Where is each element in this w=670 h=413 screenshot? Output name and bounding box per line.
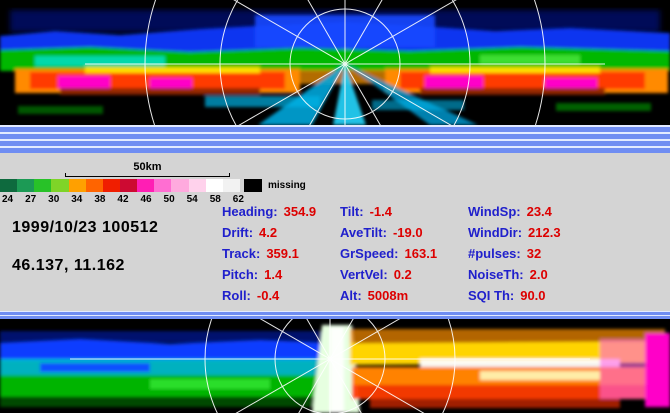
range-scale-label: 50km: [133, 161, 161, 173]
separator-band: [0, 125, 670, 153]
field-label: Tilt:: [340, 204, 364, 219]
colorbar-tick: 27: [25, 194, 36, 205]
colorbar-chip: [154, 179, 171, 192]
field-value: 2.0: [530, 267, 548, 282]
colorbar-chip: [103, 179, 120, 192]
field-value: 23.4: [527, 204, 552, 219]
top-radar-image: [0, 0, 670, 125]
field-value: -0.4: [257, 288, 279, 303]
colorbar-chip: [17, 179, 34, 192]
info-panel: 50km missing 2427303438424650545862 1999…: [0, 153, 670, 311]
field-label: WindDir:: [468, 225, 522, 240]
colorbar-chips: [0, 179, 240, 192]
range-scale: 50km: [65, 157, 230, 177]
field-value: -1.4: [370, 204, 392, 219]
colorbar-tick: 58: [210, 194, 221, 205]
colorbar-chip: [223, 179, 240, 192]
field-label: Pitch:: [222, 267, 258, 282]
field-label: SQI Th:: [468, 288, 514, 303]
colorbar-chip: [51, 179, 68, 192]
field-row: Heading: 354.9: [222, 201, 316, 222]
radar-app-window: 50km missing 2427303438424650545862 1999…: [0, 0, 670, 413]
bottom-radar-image: [0, 319, 670, 413]
colorbar-chip: [86, 179, 103, 192]
colorbar-chip: [34, 179, 51, 192]
colorbar-tick: 42: [117, 194, 128, 205]
field-row: VertVel: 0.2: [340, 264, 437, 285]
colorbar-chip: [137, 179, 154, 192]
field-row: WindSp: 23.4: [468, 201, 561, 222]
colorbar-missing-label: missing: [268, 180, 306, 191]
field-label: WindSp:: [468, 204, 521, 219]
top-radar-display: [0, 0, 670, 125]
field-value: 90.0: [520, 288, 545, 303]
field-value: 359.1: [266, 246, 299, 261]
field-row: WindDir: 212.3: [468, 222, 561, 243]
colorbar-tick: 46: [140, 194, 151, 205]
field-label: Roll:: [222, 288, 251, 303]
field-row: SQI Th: 90.0: [468, 285, 561, 306]
field-row: Roll: -0.4: [222, 285, 316, 306]
field-label: Heading:: [222, 204, 278, 219]
colorbar-chip: [189, 179, 206, 192]
field-value: 5008m: [368, 288, 408, 303]
colorbar-chip: [206, 179, 223, 192]
position-text: 46.137, 11.162: [12, 257, 125, 275]
separator-band-thin: [0, 311, 670, 319]
colorbar-chip: [69, 179, 86, 192]
field-value: 0.2: [394, 267, 412, 282]
fields-col3: WindSp:23.4WindDir:212.3#pulses:32NoiseT…: [468, 201, 561, 306]
field-label: AveTilt:: [340, 225, 387, 240]
colorbar-tick: 24: [2, 194, 13, 205]
field-label: Drift:: [222, 225, 253, 240]
field-row: Drift: 4.2: [222, 222, 316, 243]
colorbar-tick: 38: [94, 194, 105, 205]
fields-col1: Heading: 354.9 Drift: 4.2 Track: 359.1 Pitch: 1…: [222, 201, 316, 306]
field-row: Alt: 5008m: [340, 285, 437, 306]
bottom-radar-display: [0, 319, 670, 413]
colorbar-missing-chip: [244, 179, 262, 192]
colorbar-chip: [0, 179, 17, 192]
field-label: Alt:: [340, 288, 362, 303]
field-value: -19.0: [393, 225, 423, 240]
field-label: VertVel:: [340, 267, 388, 282]
colorbar-chip: [171, 179, 188, 192]
range-scale-line: [65, 176, 230, 177]
colorbar-tick: 34: [71, 194, 82, 205]
field-row: NoiseTh: 2.0: [468, 264, 561, 285]
colorbar-tick: 30: [48, 194, 59, 205]
field-label: #pulses:: [468, 246, 521, 261]
field-value: 163.1: [405, 246, 438, 261]
colorbar-chip: [120, 179, 137, 192]
field-row: AveTilt: -19.0: [340, 222, 437, 243]
field-label: NoiseTh:: [468, 267, 524, 282]
datetime-text: 1999/10/23 100512: [12, 219, 158, 237]
field-row: Tilt: -1.4: [340, 201, 437, 222]
field-value: 354.9: [284, 204, 317, 219]
fields-col2: Tilt: -1.4 AveTilt: -19.0 GrSpeed: 163.1 VertV…: [340, 201, 437, 306]
field-row: Track: 359.1: [222, 243, 316, 264]
field-label: GrSpeed:: [340, 246, 399, 261]
field-label: Track:: [222, 246, 260, 261]
colorbar-tick: 54: [187, 194, 198, 205]
colorbar-tick: 50: [164, 194, 175, 205]
field-value: 212.3: [528, 225, 561, 240]
field-row: Pitch: 1.4: [222, 264, 316, 285]
field-row: #pulses: 32: [468, 243, 561, 264]
field-value: 32: [527, 246, 541, 261]
field-row: GrSpeed: 163.1: [340, 243, 437, 264]
field-value: 4.2: [259, 225, 277, 240]
field-value: 1.4: [264, 267, 282, 282]
colorbar-ticks: 2427303438424650545862: [2, 194, 244, 205]
